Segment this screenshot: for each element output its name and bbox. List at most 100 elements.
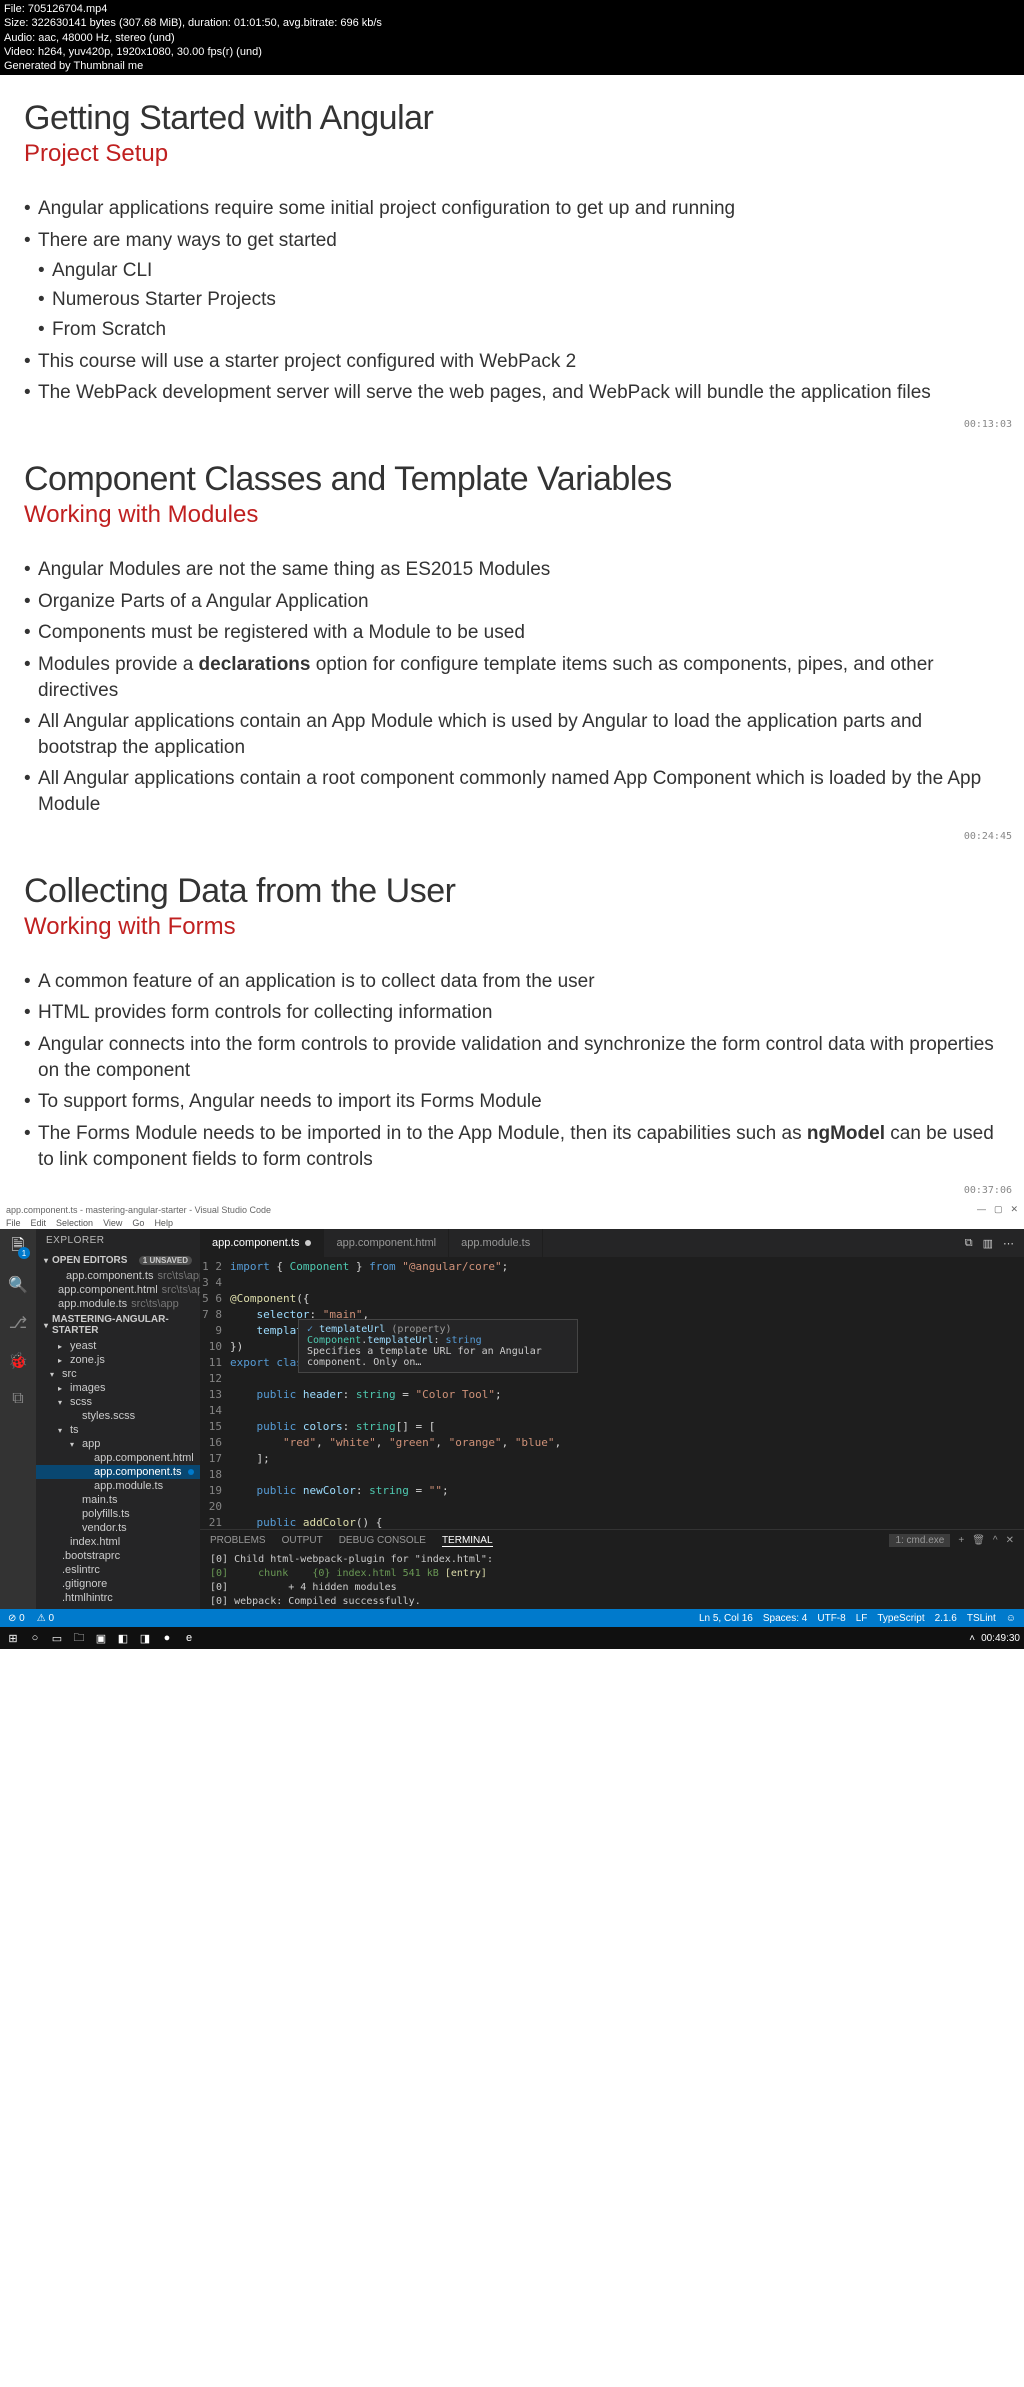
status-item[interactable]: TypeScript [877, 1613, 924, 1624]
tree-item[interactable]: .eslintrc [36, 1563, 200, 1577]
slide-title: Collecting Data from the User [24, 872, 1000, 911]
tree-item[interactable]: app.component.ts [36, 1465, 200, 1479]
editor-tab[interactable]: app.component.ts [200, 1229, 324, 1257]
close-icon[interactable]: ✕ [1010, 1204, 1018, 1215]
files-icon[interactable]: 🗎1 [8, 1237, 28, 1257]
tree-item[interactable]: .gitignore [36, 1577, 200, 1591]
status-item[interactable]: UTF-8 [817, 1613, 845, 1624]
tree-item[interactable]: index.html [36, 1535, 200, 1549]
tree-item[interactable]: styles.scss [36, 1409, 200, 1423]
split-icon[interactable]: ▥ [983, 1237, 993, 1250]
tree-item[interactable]: .htmlhintrc [36, 1591, 200, 1605]
editor-tab[interactable]: app.module.ts [449, 1229, 543, 1257]
tree-item[interactable]: ▾scss [36, 1395, 200, 1409]
add-terminal-icon[interactable]: + [958, 1535, 964, 1546]
chevron-icon: ▸ [58, 1384, 66, 1393]
status-item[interactable]: 2.1.6 [935, 1613, 957, 1624]
vscode-menubar: File Edit Selection View Go Help [0, 1217, 1024, 1229]
terminal-icon[interactable]: ▣ [92, 1629, 110, 1647]
compare-icon[interactable]: ⧉ [965, 1237, 973, 1250]
panel-tab[interactable]: TERMINAL [442, 1535, 493, 1547]
panel-tab[interactable]: DEBUG CONSOLE [339, 1535, 426, 1546]
cortana-icon[interactable]: ○ [26, 1629, 44, 1647]
tree-item[interactable]: vendor.ts [36, 1521, 200, 1535]
code-editor[interactable]: 1 2 3 4 5 6 7 8 9 10 11 12 13 14 15 16 1… [200, 1257, 1024, 1529]
browser-icon[interactable]: ● [158, 1629, 176, 1647]
status-item[interactable]: Ln 5, Col 16 [699, 1613, 753, 1624]
slide: Component Classes and Template Variables… [0, 436, 1024, 848]
close-panel-icon[interactable]: ✕ [1006, 1535, 1014, 1546]
tree-item[interactable]: ▸zone.js [36, 1353, 200, 1367]
code-content[interactable]: import { Component } from "@angular/core… [230, 1257, 1024, 1529]
modified-dot-icon [188, 1469, 194, 1475]
tray-chevron-icon[interactable]: ˄ [969, 1633, 975, 1644]
tree-item[interactable]: ▸yeast [36, 1339, 200, 1353]
minimize-icon[interactable]: — [977, 1204, 986, 1215]
tree-item[interactable]: ▾ts [36, 1423, 200, 1437]
maximize-icon[interactable]: ▢ [994, 1204, 1003, 1215]
more-icon[interactable]: ⋯ [1003, 1237, 1014, 1250]
status-item[interactable]: TSLint [967, 1613, 996, 1624]
status-item[interactable]: Spaces: 4 [763, 1613, 807, 1624]
editor-tab[interactable]: app.component.html [324, 1229, 449, 1257]
vscode-taskbar-icon[interactable]: ◨ [136, 1629, 154, 1647]
status-warnings[interactable]: ⚠ 0 [37, 1613, 54, 1624]
meta-audio: Audio: aac, 48000 Hz, stereo (und) [4, 31, 1020, 45]
status-errors[interactable]: ⊘ 0 [8, 1613, 25, 1624]
meta-size: Size: 322630141 bytes (307.68 MiB), dura… [4, 16, 1020, 30]
ie-icon[interactable]: e [180, 1629, 198, 1647]
tree-item[interactable]: app.component.html [36, 1451, 200, 1465]
tree-item[interactable]: ▾app [36, 1437, 200, 1451]
bullet-item: The Forms Module needs to be imported in… [24, 1121, 1000, 1172]
menu-item[interactable]: Selection [56, 1218, 93, 1228]
sub-bullet-item: Angular CLI [38, 258, 1000, 284]
project-section[interactable]: ▾ MASTERING-ANGULAR-STARTER [36, 1311, 200, 1339]
git-icon[interactable]: ⎇ [8, 1313, 28, 1333]
search-icon[interactable]: 🔍 [8, 1275, 28, 1295]
kill-terminal-icon[interactable]: 🗑 [972, 1535, 985, 1546]
open-editor-item[interactable]: app.component.ts src\ts\app [36, 1269, 200, 1283]
tree-item[interactable]: polyfills.ts [36, 1507, 200, 1521]
windows-start-icon[interactable]: ⊞ [4, 1629, 22, 1647]
bullet-item: All Angular applications contain a root … [24, 766, 1000, 817]
tree-item[interactable]: .bootstraprc [36, 1549, 200, 1563]
status-item[interactable]: LF [856, 1613, 868, 1624]
menu-item[interactable]: Edit [31, 1218, 47, 1228]
terminal-output[interactable]: [0] Child html-webpack-plugin for "index… [200, 1551, 1024, 1611]
bullet-item: Components must be registered with a Mod… [24, 620, 1000, 646]
bullet-item: The WebPack development server will serv… [24, 380, 1000, 406]
panel-tab[interactable]: OUTPUT [282, 1535, 323, 1546]
windows-taskbar: ⊞ ○ ▭ 🗀 ▣ ◧ ◨ ● e ˄ 00:49:30 [0, 1627, 1024, 1649]
extensions-icon[interactable]: ⧉ [8, 1389, 28, 1409]
bullet-item: Organize Parts of a Angular Application [24, 589, 1000, 615]
bullet-item: To support forms, Angular needs to impor… [24, 1089, 1000, 1115]
menu-item[interactable]: View [103, 1218, 122, 1228]
maximize-panel-icon[interactable]: ^ [993, 1535, 998, 1546]
bottom-panel: PROBLEMS OUTPUT DEBUG CONSOLE TERMINAL 1: cm… [200, 1529, 1024, 1609]
menu-item[interactable]: File [6, 1218, 21, 1228]
bullet-list: A common feature of an application is to… [24, 969, 1000, 1172]
debug-icon[interactable]: 🐞 [8, 1351, 28, 1371]
status-item[interactable]: ☺ [1006, 1613, 1016, 1624]
panel-tab[interactable]: PROBLEMS [210, 1535, 266, 1546]
bullet-list: Angular applications require some initia… [24, 196, 1000, 405]
terminal-select[interactable]: 1: cmd.exe [889, 1534, 950, 1547]
task-view-icon[interactable]: ▭ [48, 1629, 66, 1647]
slide-subtitle: Working with Modules [24, 501, 1000, 529]
explorer-icon[interactable]: 🗀 [70, 1629, 88, 1647]
open-editor-item[interactable]: app.component.html src\ts\app [36, 1283, 200, 1297]
tree-item[interactable]: ▸images [36, 1381, 200, 1395]
open-editors-section[interactable]: ▾ OPEN EDITORS 1 UNSAVED [36, 1252, 200, 1269]
app-icon[interactable]: ◧ [114, 1629, 132, 1647]
chevron-icon: ▸ [58, 1356, 66, 1365]
menu-item[interactable]: Go [132, 1218, 144, 1228]
window-title: app.component.ts - mastering-angular-sta… [6, 1205, 271, 1215]
tree-item[interactable]: main.ts [36, 1493, 200, 1507]
bullet-item: Angular connects into the form controls … [24, 1032, 1000, 1083]
open-editor-item[interactable]: app.module.ts src\ts\app [36, 1297, 200, 1311]
tree-item[interactable]: ▾src [36, 1367, 200, 1381]
vscode-window: app.component.ts - mastering-angular-sta… [0, 1202, 1024, 1649]
menu-item[interactable]: Help [154, 1218, 173, 1228]
tree-item[interactable]: app.module.ts [36, 1479, 200, 1493]
statusbar: ⊘ 0 ⚠ 0 Ln 5, Col 16 Spaces: 4 UTF-8 LF Type… [0, 1609, 1024, 1627]
